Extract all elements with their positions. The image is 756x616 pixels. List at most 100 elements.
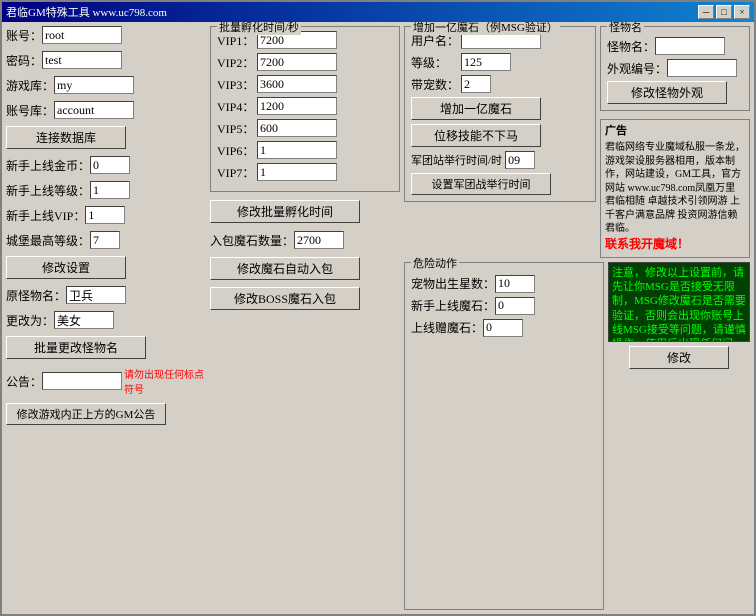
vip5-input[interactable] bbox=[257, 119, 337, 137]
announcement-row: 公告： 请勿出现任何标点符号 bbox=[6, 366, 206, 396]
monster-name-input[interactable] bbox=[655, 37, 725, 55]
vip2-row: VIP2： bbox=[217, 53, 393, 71]
vip3-label: VIP3： bbox=[217, 76, 257, 93]
login-magic-input[interactable] bbox=[483, 319, 523, 337]
newbie-level-row: 新手上线等级： bbox=[6, 181, 206, 199]
minimize-button[interactable]: － bbox=[698, 5, 714, 19]
danger-section: 危险动作 宠物出生星数： 新手上线魔石： 上线赠魔石： bbox=[404, 262, 604, 610]
password-row: 密码： bbox=[6, 51, 206, 69]
password-label: 密码： bbox=[6, 52, 42, 69]
batch-hatch-title: 批量孵化时间/秒 bbox=[217, 22, 301, 35]
right-top: 增加一亿魔石（例MSG验证） 用户名： 等级： 带宠数： bbox=[404, 26, 750, 258]
gamedb-input[interactable] bbox=[54, 76, 134, 94]
pet-star-input[interactable] bbox=[495, 275, 535, 293]
set-army-time-button[interactable]: 设置军团战举行时间 bbox=[411, 173, 551, 195]
vip3-input[interactable] bbox=[257, 75, 337, 93]
maximize-button[interactable]: □ bbox=[716, 5, 732, 19]
vip5-row: VIP5： bbox=[217, 119, 393, 137]
ad-link[interactable]: 联系我开魔域！ bbox=[605, 236, 745, 253]
announcement-label: 公告： bbox=[6, 373, 42, 390]
password-input[interactable] bbox=[42, 51, 122, 69]
monster-ad-column: 怪物名 怪物名： 外观编号： 修改怪物外观 bbox=[600, 26, 750, 258]
account-row: 账号： bbox=[6, 26, 206, 44]
bottom-section: 危险动作 宠物出生星数： 新手上线魔石： 上线赠魔石： bbox=[404, 262, 750, 610]
newbie-level-label: 新手上线等级： bbox=[6, 182, 90, 199]
monster-name-label: 怪物名： bbox=[607, 38, 655, 55]
vip2-input[interactable] bbox=[257, 53, 337, 71]
accountdb-input[interactable] bbox=[54, 101, 134, 119]
window-title: 君临GM特殊工具 www.uc798.com bbox=[6, 4, 167, 20]
right-section: 增加一亿魔石（例MSG验证） 用户名： 等级： 带宠数： bbox=[404, 26, 750, 610]
modify-button[interactable]: 修改 bbox=[629, 346, 729, 369]
appearance-label: 外观编号： bbox=[607, 60, 667, 77]
castle-level-row: 城堡最高等级： bbox=[6, 231, 206, 249]
announcement-input[interactable] bbox=[42, 372, 122, 390]
vip4-input[interactable] bbox=[257, 97, 337, 115]
vip3-row: VIP3： bbox=[217, 75, 393, 93]
modify-appearance-button[interactable]: 修改怪物外观 bbox=[607, 81, 727, 104]
original-monster-input[interactable] bbox=[66, 286, 126, 304]
ad-title: 广告 bbox=[605, 124, 745, 139]
modify-announcement-button[interactable]: 修改游戏内正上方的GM公告 bbox=[6, 403, 166, 425]
vip7-label: VIP7： bbox=[217, 164, 257, 181]
newbie-vip-input[interactable] bbox=[85, 206, 125, 224]
advertisement-box: 广告 君临网络专业魔域私服一条龙，游戏架设服务器相用，版本制作，网站建设，GM工… bbox=[600, 119, 750, 258]
warning-textarea[interactable]: 注意，修改以上设置前，请先让你MSG是否接受无限制，MSG修改魔石是否需要验证，… bbox=[608, 262, 750, 342]
move-skill-button[interactable]: 位移技能不下马 bbox=[411, 124, 541, 147]
announcement-hint: 请勿出现任何标点符号 bbox=[124, 366, 206, 396]
main-window: 君临GM特殊工具 www.uc798.com － □ × 账号： 密码： 游戏库… bbox=[0, 0, 756, 616]
close-button[interactable]: × bbox=[734, 5, 750, 19]
vip6-input[interactable] bbox=[257, 141, 337, 159]
danger-box-title: 危险动作 bbox=[411, 255, 459, 271]
monster-group: 怪物名 怪物名： 外观编号： 修改怪物外观 bbox=[600, 26, 750, 111]
ad-text: 君临网络专业魔域私服一条龙，游戏架设服务器相用，版本制作，网站建设，GM工具，官… bbox=[605, 141, 745, 236]
im-pets-label: 带宠数： bbox=[411, 76, 461, 93]
original-monster-label: 原怪物名： bbox=[6, 287, 66, 304]
accountdb-label: 账号库： bbox=[6, 102, 54, 119]
castle-level-input[interactable] bbox=[90, 231, 120, 249]
vip4-row: VIP4： bbox=[217, 97, 393, 115]
castle-level-label: 城堡最高等级： bbox=[6, 232, 90, 249]
vip2-label: VIP2： bbox=[217, 54, 257, 71]
newbie-level-input[interactable] bbox=[90, 181, 130, 199]
newbie-magic-input[interactable] bbox=[495, 297, 535, 315]
modify-boss-magic-button[interactable]: 修改BOSS魔石入包 bbox=[210, 287, 360, 310]
modify-settings-button[interactable]: 修改设置 bbox=[6, 256, 126, 279]
appearance-row: 外观编号： bbox=[607, 59, 743, 77]
im-level-row: 等级： bbox=[411, 53, 589, 71]
im-pets-input[interactable] bbox=[461, 75, 491, 93]
newbie-gold-label: 新手上线金币： bbox=[6, 157, 90, 174]
login-magic-row: 上线赠魔石： bbox=[411, 319, 597, 337]
magic-stone-input[interactable] bbox=[294, 231, 344, 249]
appearance-input[interactable] bbox=[667, 59, 737, 77]
newbie-magic-row: 新手上线魔石： bbox=[411, 297, 597, 315]
newbie-magic-label: 新手上线魔石： bbox=[411, 297, 495, 314]
monster-group-title: 怪物名 bbox=[607, 22, 644, 35]
change-to-label: 更改为： bbox=[6, 312, 54, 329]
account-input[interactable] bbox=[42, 26, 122, 44]
im-level-input[interactable] bbox=[461, 53, 511, 71]
modify-batch-hatch-button[interactable]: 修改批量孵化时间 bbox=[210, 200, 360, 223]
newbie-vip-row: 新手上线VIP： bbox=[6, 206, 206, 224]
newbie-gold-row: 新手上线金币： bbox=[6, 156, 206, 174]
connect-db-button[interactable]: 连接数据库 bbox=[6, 126, 126, 149]
pet-star-label: 宠物出生星数： bbox=[411, 275, 495, 292]
left-column: 账号： 密码： 游戏库： 账号库： 连接数据库 新手上线金币： bbox=[6, 26, 206, 610]
batch-change-monster-button[interactable]: 批量更改怪物名 bbox=[6, 336, 146, 359]
vip7-row: VIP7： bbox=[217, 163, 393, 181]
vip4-label: VIP4： bbox=[217, 98, 257, 115]
title-bar: 君临GM特殊工具 www.uc798.com － □ × bbox=[2, 2, 754, 22]
army-time-input[interactable] bbox=[505, 151, 535, 169]
newbie-gold-input[interactable] bbox=[90, 156, 130, 174]
army-time-label: 军团站举行时间/时 bbox=[411, 152, 502, 168]
modify-auto-magic-button[interactable]: 修改魔石自动入包 bbox=[210, 257, 360, 280]
window-controls: － □ × bbox=[698, 5, 750, 19]
change-to-input[interactable] bbox=[54, 311, 114, 329]
pet-star-row: 宠物出生星数： bbox=[411, 275, 597, 293]
accountdb-row: 账号库： bbox=[6, 101, 206, 119]
increase-magic-section: 增加一亿魔石（例MSG验证） 用户名： 等级： 带宠数： bbox=[404, 26, 596, 258]
middle-column: 批量孵化时间/秒 VIP1： VIP2： VIP3： VIP4： bbox=[210, 26, 400, 610]
add-magic-stone-button[interactable]: 增加一亿魔石 bbox=[411, 97, 541, 120]
vip7-input[interactable] bbox=[257, 163, 337, 181]
vip6-row: VIP6： bbox=[217, 141, 393, 159]
